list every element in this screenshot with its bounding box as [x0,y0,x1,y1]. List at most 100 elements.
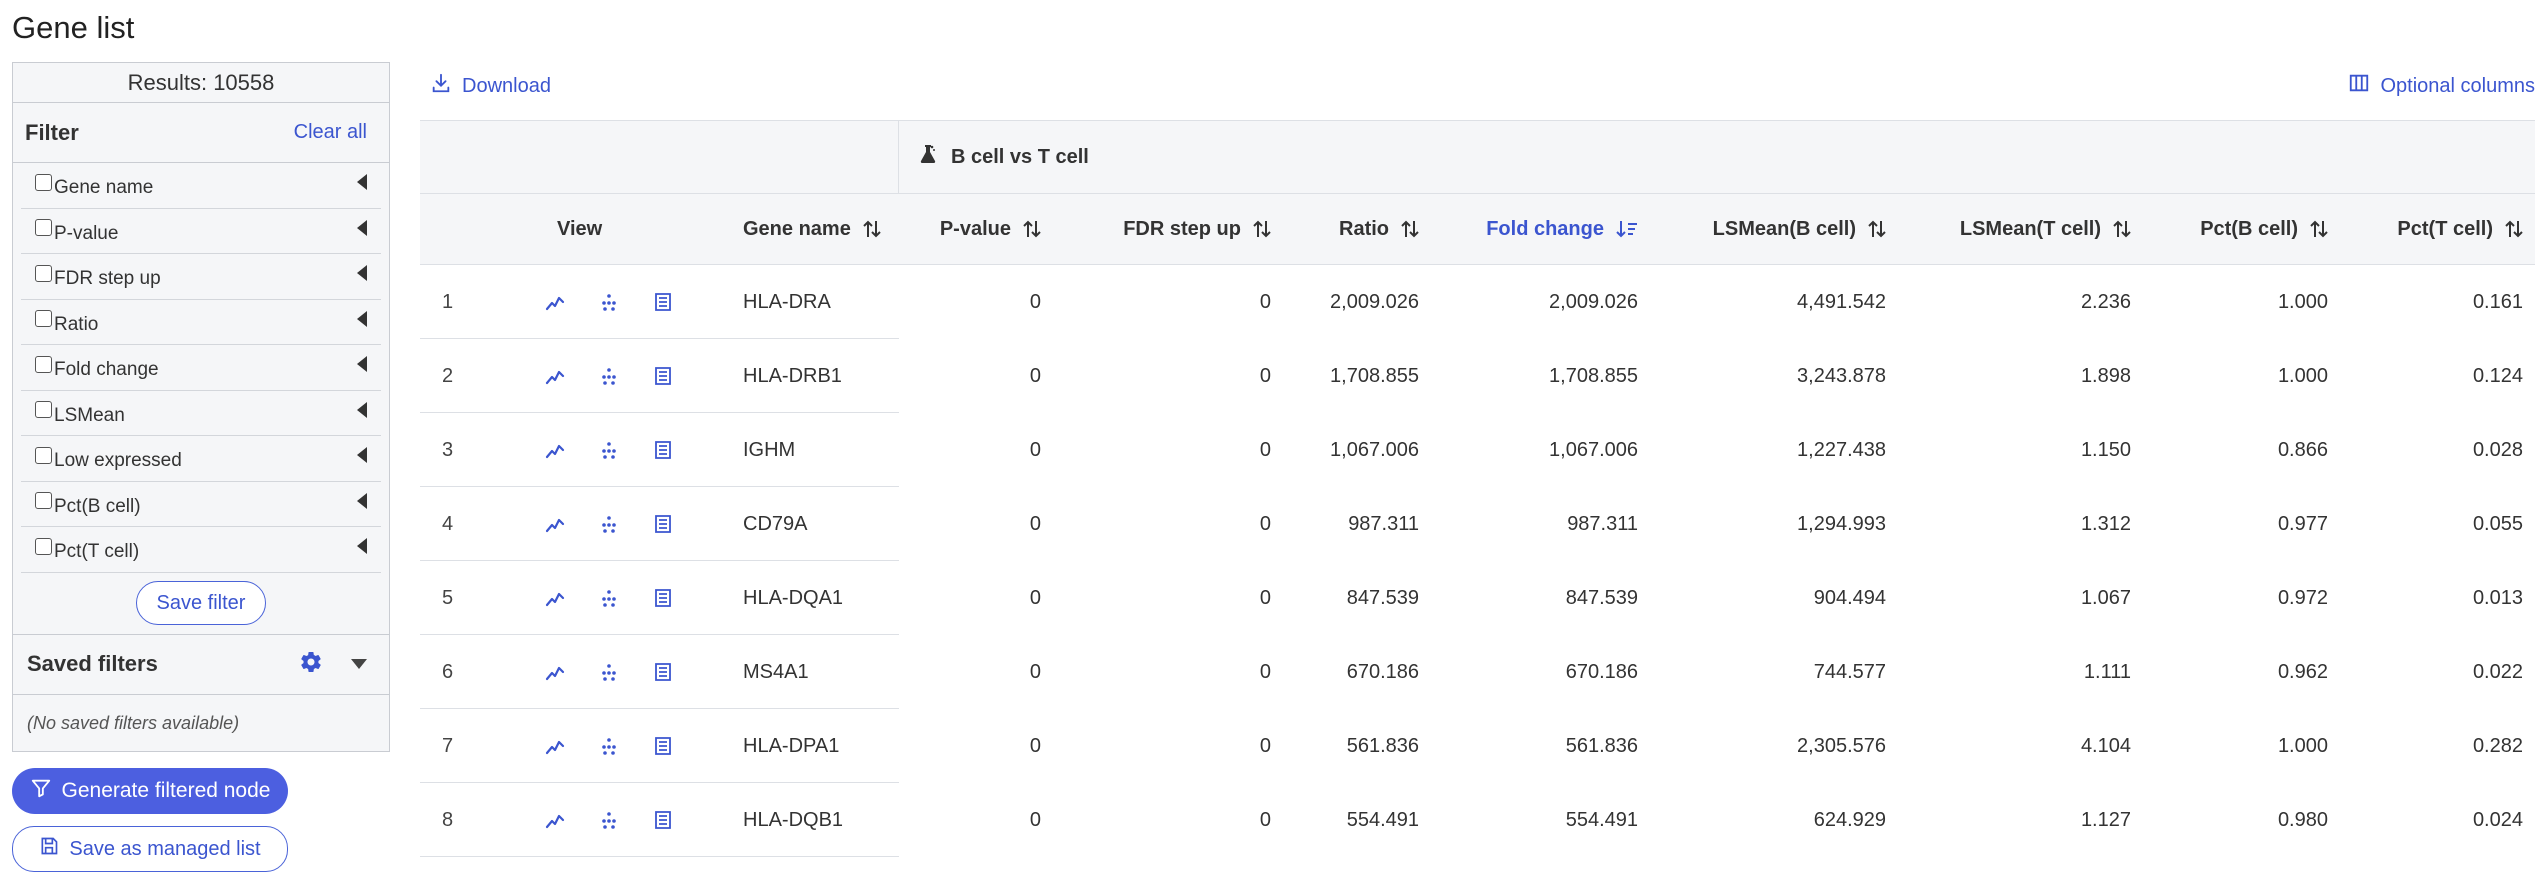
column-header-p-value[interactable]: P-value [899,194,1051,264]
sort-arrows-icon[interactable] [863,219,881,239]
filter-item-lsmean[interactable]: LSMean [21,391,381,436]
column-header-fold-change[interactable]: Fold change [1429,194,1648,264]
table-row[interactable]: 2 HLA-DRB1 0 0 1,708.855 1,708.855 3,243.878 1.… [420,339,2535,413]
expand-left-icon[interactable] [357,174,367,191]
filter-item-ratio[interactable]: Ratio [21,300,381,345]
scatter-icon[interactable] [599,810,619,830]
scatter-icon[interactable] [599,440,619,460]
sort-arrows-icon[interactable] [2505,219,2523,239]
save-as-managed-list-button[interactable]: Save as managed list [12,826,288,872]
filter-sidebar: Results: 10558 Filter Clear all Gene nam… [12,62,390,752]
save-filter-button[interactable]: Save filter [135,581,267,625]
table-row[interactable]: 1 HLA-DRA 0 0 2,009.026 2,009.026 4,491.542 2.2… [420,265,2535,339]
filter-label: FDR step up [54,268,161,290]
filter-item-fold-change[interactable]: Fold change [21,345,381,391]
filter-label: Pct(B cell) [54,495,141,517]
column-header-gene-name[interactable]: Gene name [710,194,899,264]
sort-arrows-icon[interactable] [1253,219,1271,239]
filter-checkbox[interactable] [35,173,52,191]
table-row[interactable]: 7 HLA-DPA1 0 0 561.836 561.836 2,305.576 4.104 1… [420,709,2535,783]
scatter-icon[interactable] [599,662,619,682]
column-header-pct-t[interactable]: Pct(T cell) [2338,194,2533,264]
scatter-icon[interactable] [599,588,619,608]
table-row[interactable]: 5 HLA-DQA1 0 0 847.539 847.539 904.494 1.067 0.9… [420,561,2535,635]
filter-item-fdr[interactable]: FDR step up [21,254,381,300]
filter-item-low-expressed[interactable]: Low expressed [21,436,381,482]
optional-columns-link[interactable]: Optional columns [2348,72,2535,100]
filter-item-gene-name[interactable]: Gene name [21,163,381,209]
filter-checkbox[interactable] [35,355,52,373]
line-plot-icon[interactable] [545,662,565,682]
pct-t-cell: 0.022 [2472,660,2523,683]
expand-left-icon[interactable] [357,447,367,464]
scatter-icon[interactable] [599,366,619,386]
table-view-icon[interactable] [653,514,673,534]
line-plot-icon[interactable] [545,292,565,312]
expand-left-icon[interactable] [357,219,367,236]
line-plot-icon[interactable] [545,514,565,534]
scatter-icon[interactable] [599,292,619,312]
lsmean-b-cell: 3,243.878 [1797,364,1886,387]
line-plot-icon[interactable] [545,810,565,830]
expand-left-icon[interactable] [357,265,367,282]
filter-checkbox[interactable] [35,537,52,555]
filter-item-pct-b[interactable]: Pct(B cell) [21,482,381,527]
column-header-fdr[interactable]: FDR step up [1051,194,1281,264]
expand-left-icon[interactable] [357,492,367,509]
sort-desc-icon[interactable] [1616,219,1638,239]
table-row[interactable]: 6 MS4A1 0 0 670.186 670.186 744.577 1.111 0.962 0… [420,635,2535,709]
columns-icon [2348,72,2370,100]
table-row[interactable]: 3 IGHM 0 0 1,067.006 1,067.006 1,227.438 1.150 0… [420,413,2535,487]
scatter-icon[interactable] [599,514,619,534]
table-view-icon[interactable] [653,292,673,312]
table-view-icon[interactable] [653,736,673,756]
clear-all-link[interactable]: Clear all [294,121,367,144]
scatter-icon[interactable] [599,736,619,756]
table-view-icon[interactable] [653,810,673,830]
no-saved-filters-text: (No saved filters available) [27,712,240,733]
filter-checkbox[interactable] [35,264,52,282]
sort-arrows-icon[interactable] [1401,219,1419,239]
column-header-lsmean-b[interactable]: LSMean(B cell) [1648,194,1896,264]
sort-arrows-icon[interactable] [2113,219,2131,239]
column-header-lsmean-t[interactable]: LSMean(T cell) [1896,194,2141,264]
line-plot-icon[interactable] [545,736,565,756]
expand-left-icon[interactable] [357,310,367,327]
table-row[interactable]: 8 HLA-DQB1 0 0 554.491 554.491 624.929 1.127 0.9… [420,783,2535,857]
filter-item-p-value[interactable]: P-value [21,209,381,254]
table-row[interactable]: 4 CD79A 0 0 987.311 987.311 1,294.993 1.312 0.97… [420,487,2535,561]
expand-left-icon[interactable] [357,538,367,555]
save-managed-label: Save as managed list [69,837,261,860]
filter-checkbox[interactable] [35,446,52,464]
gear-icon[interactable] [299,650,323,679]
table-view-icon[interactable] [653,588,673,608]
sort-arrows-icon[interactable] [2310,219,2328,239]
table-view-icon[interactable] [653,662,673,682]
lsmean-b-cell: 1,294.993 [1797,512,1886,535]
generate-filtered-node-button[interactable]: Generate filtered node [12,768,288,814]
column-header-ratio[interactable]: Ratio [1281,194,1429,264]
p-value-cell: 0 [1029,364,1041,387]
table-view-icon[interactable] [653,440,673,460]
sort-arrows-icon[interactable] [1868,219,1886,239]
chevron-down-icon[interactable] [351,659,367,669]
column-header-pct-b[interactable]: Pct(B cell) [2141,194,2338,264]
download-link[interactable]: Download [430,72,551,100]
fold-change-cell: 1,067.006 [1549,438,1638,461]
table-view-icon[interactable] [653,366,673,386]
filter-checkbox[interactable] [35,310,52,328]
expand-left-icon[interactable] [357,401,367,418]
filter-checkbox[interactable] [35,401,52,419]
expand-left-icon[interactable] [357,356,367,373]
line-plot-icon[interactable] [545,440,565,460]
lsmean-t-cell: 1.898 [2080,364,2131,387]
filter-checkbox[interactable] [35,219,52,237]
line-plot-icon[interactable] [545,588,565,608]
row-index: 8 [442,808,454,831]
pct-b-cell: 0.866 [2277,438,2328,461]
sort-arrows-icon[interactable] [1023,219,1041,239]
filter-item-pct-t[interactable]: Pct(T cell) [21,527,381,573]
filter-checkbox[interactable] [35,492,52,510]
gene-name-cell: IGHM [743,438,796,461]
line-plot-icon[interactable] [545,366,565,386]
